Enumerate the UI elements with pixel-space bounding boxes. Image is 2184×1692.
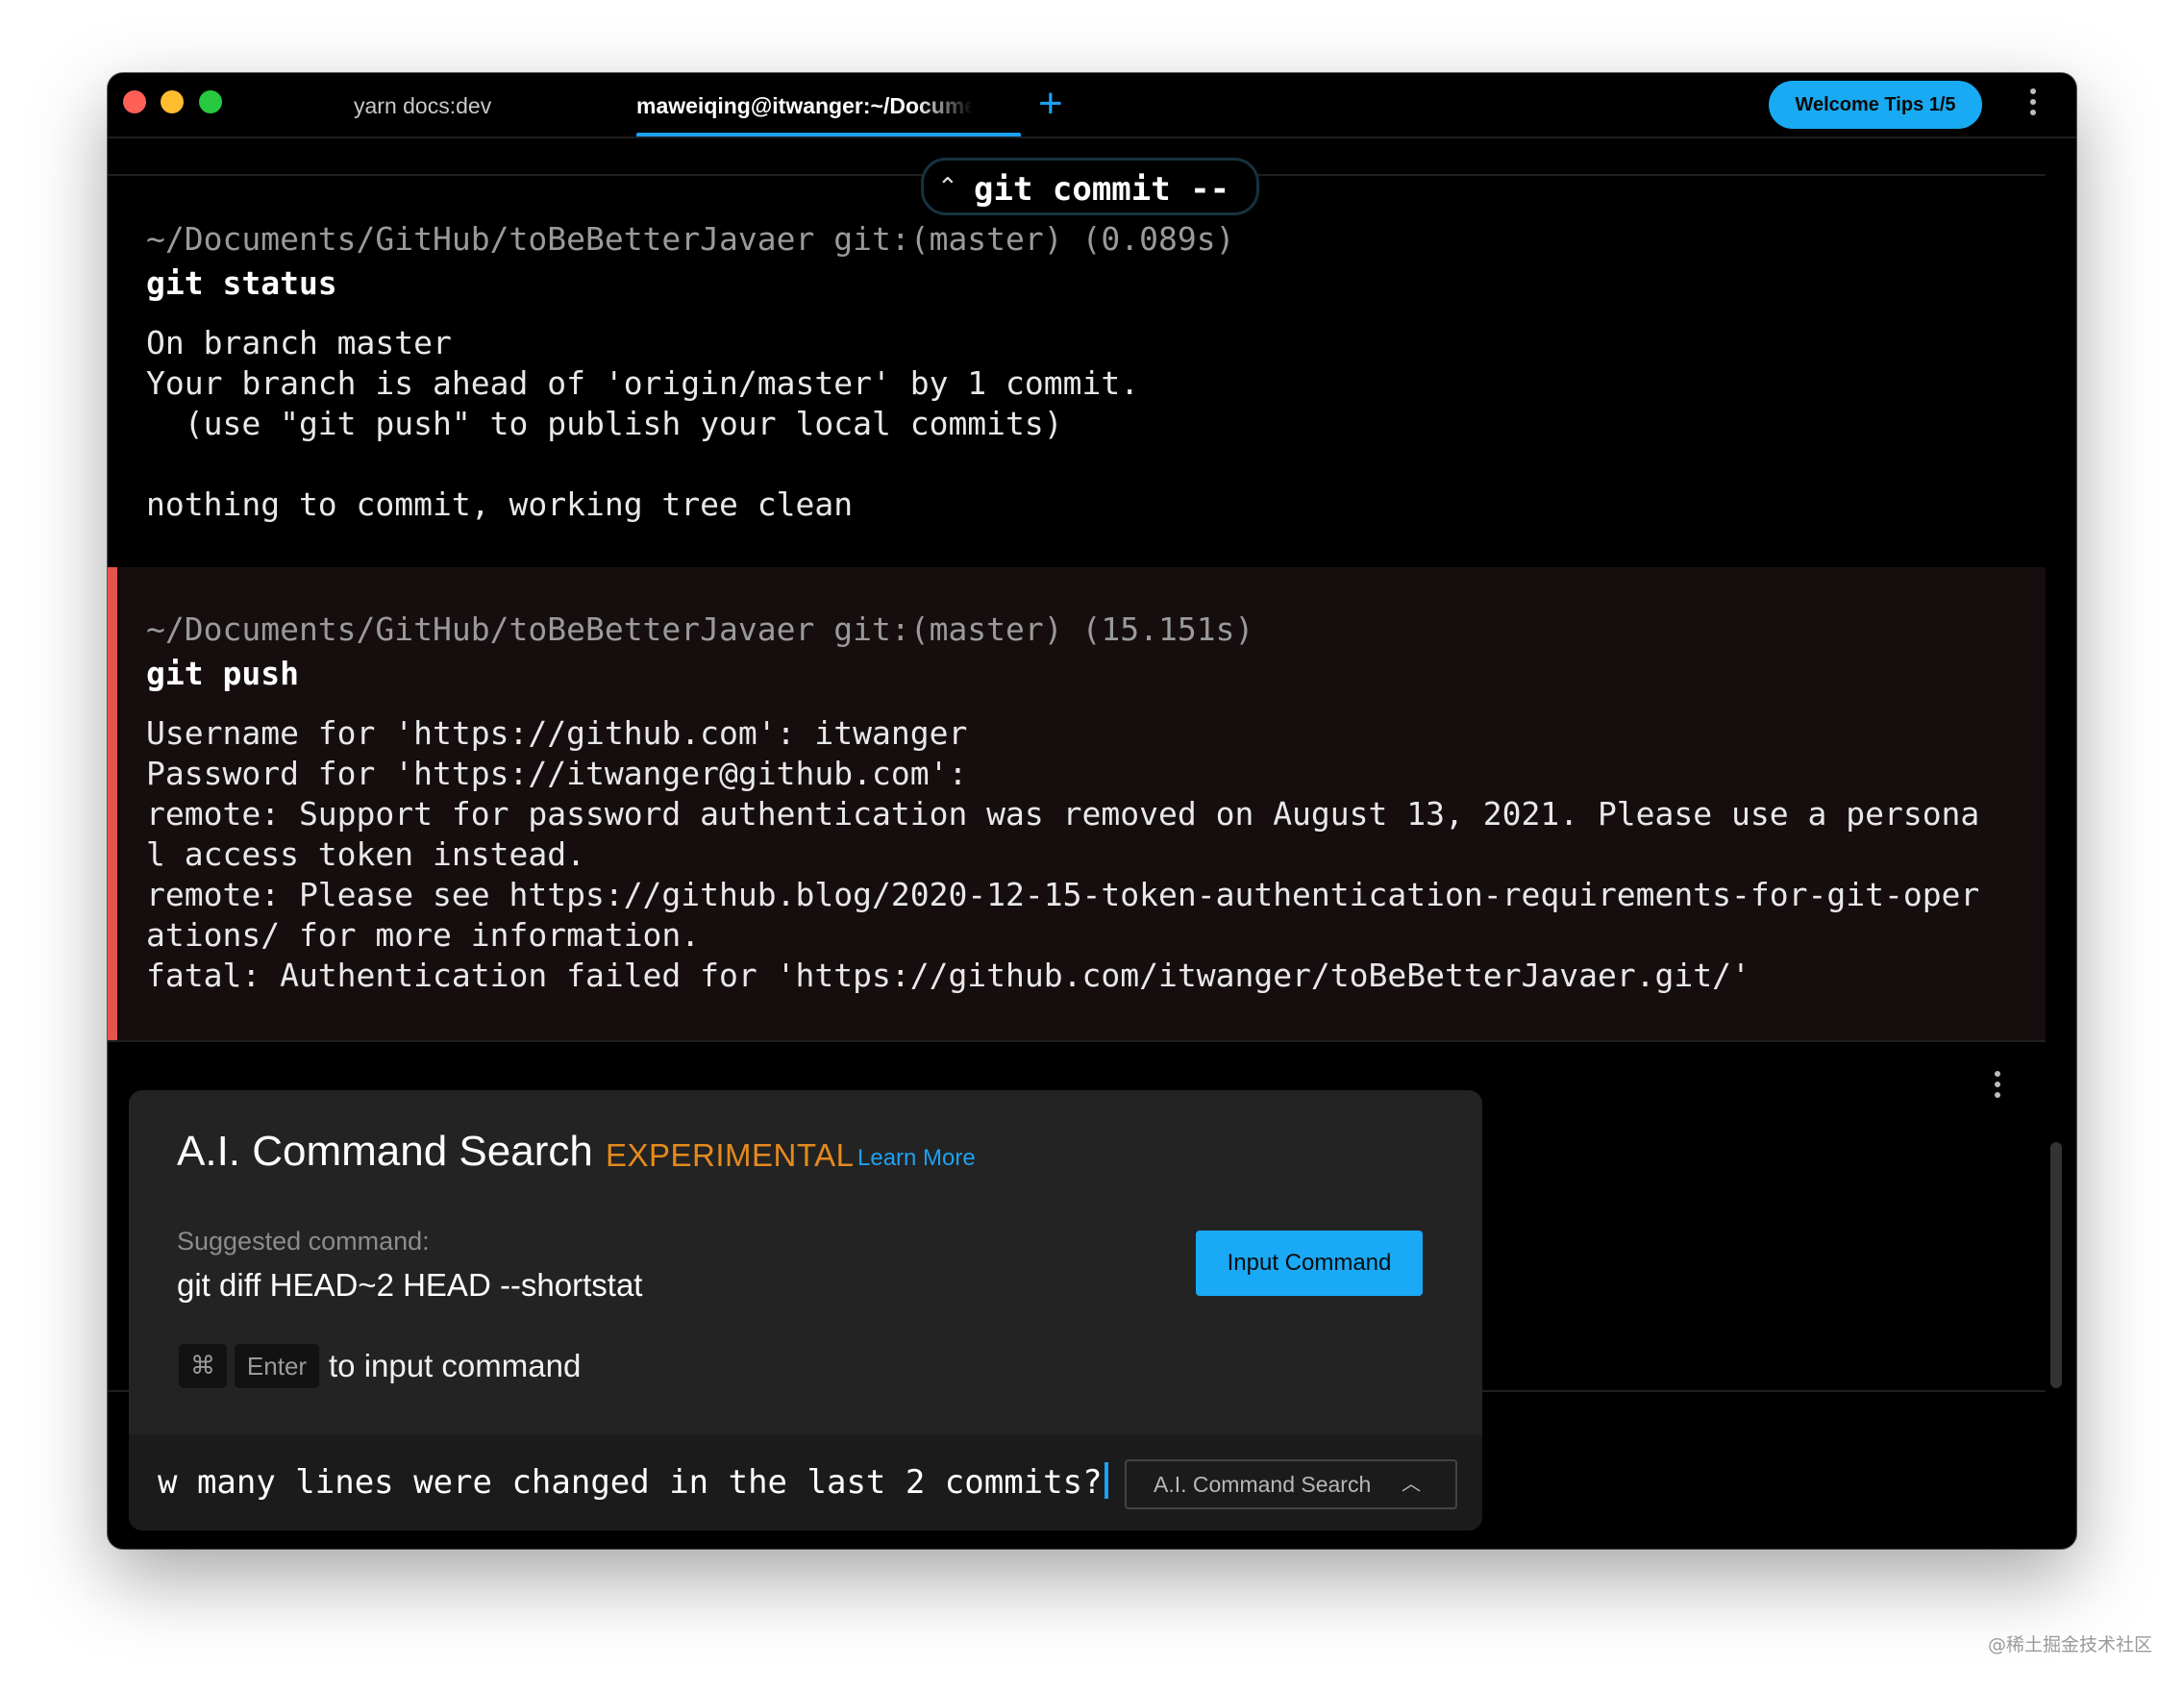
ai-command-search-panel: A.I. Command Search EXPERIMENTAL Learn M…: [129, 1090, 1482, 1530]
output-line: Your branch is ahead of 'origin/master' …: [146, 364, 1140, 402]
search-mode-label: A.I. Command Search: [1154, 1472, 1372, 1497]
title-bar: yarn docs:dev maweiqing@itwanger:~/Docum…: [108, 73, 2076, 138]
output-line: Username for 'https://github.com': itwan…: [146, 714, 968, 752]
block-command[interactable]: git status: [146, 263, 337, 304]
ai-query-input[interactable]: w many lines were changed in the last 2 …: [158, 1461, 1108, 1504]
input-command-button[interactable]: Input Command: [1196, 1231, 1423, 1296]
terminal-window: yarn docs:dev maweiqing@itwanger:~/Docum…: [108, 73, 2076, 1549]
welcome-tips-button[interactable]: Welcome Tips 1/5: [1769, 81, 1982, 129]
new-tab-plus-icon[interactable]: +: [1038, 83, 1063, 125]
enter-key-badge: Enter: [235, 1344, 319, 1388]
command-key-icon: ⌘: [179, 1344, 227, 1388]
more-menu-icon[interactable]: [2029, 88, 2037, 120]
output-line: Password for 'https://itwanger@github.co…: [146, 755, 968, 792]
block-prompt: ~/Documents/GitHub/toBeBetterJavaer git:…: [146, 220, 1235, 258]
ai-panel-title: A.I. Command Search: [177, 1128, 593, 1175]
title-bar-divider: [108, 137, 2076, 138]
text-caret: [1104, 1462, 1108, 1499]
output-line: On branch master: [146, 324, 452, 361]
suggested-command-label: Suggested command:: [177, 1227, 430, 1256]
output-line: ations/ for more information.: [146, 916, 701, 954]
error-indicator-bar: [108, 567, 117, 1040]
search-mode-dropdown[interactable]: A.I. Command Search ︿: [1125, 1459, 1457, 1509]
block-divider: [108, 1040, 2046, 1042]
tab-active-shell[interactable]: maweiqing@itwanger:~/Documents/GitHub/to…: [636, 73, 973, 138]
block-prompt: ~/Documents/GitHub/toBeBetterJavaer git:…: [146, 610, 1254, 648]
block-menu-icon[interactable]: [1994, 1071, 2001, 1103]
ai-query-row: w many lines were changed in the last 2 …: [129, 1434, 1482, 1530]
sticky-command-text: git commit --: [974, 170, 1230, 209]
ai-query-text: w many lines were changed in the last 2 …: [158, 1463, 1103, 1502]
suggested-command: git diff HEAD~2 HEAD --shortstat: [177, 1267, 643, 1303]
output-line: (use "git push" to publish your local co…: [146, 405, 1063, 442]
output-line: nothing to commit, working tree clean: [146, 485, 854, 523]
double-chevron-up-icon: ⌃: [937, 173, 958, 202]
output-line: remote: Support for password authenticat…: [146, 795, 1980, 833]
experimental-badge: EXPERIMENTAL: [606, 1137, 855, 1173]
chevron-up-icon: ︿: [1402, 1474, 1421, 1495]
output-line: remote: Please see https://github.blog/2…: [146, 876, 1980, 913]
zoom-window-button[interactable]: [199, 90, 222, 113]
output-line: fatal: Authentication failed for 'https:…: [146, 957, 1750, 994]
scrollbar-thumb[interactable]: [2050, 1142, 2062, 1388]
shortcut-hint: to input command: [329, 1348, 582, 1383]
learn-more-link[interactable]: Learn More: [857, 1144, 976, 1173]
tab-yarn-docs-dev[interactable]: yarn docs:dev: [354, 73, 575, 138]
close-window-button[interactable]: [123, 90, 146, 113]
block-command[interactable]: git push: [146, 654, 299, 694]
sticky-command-header[interactable]: ⌃ git commit --: [921, 158, 1259, 215]
output-line: l access token instead.: [146, 835, 585, 873]
watermark: @稀土掘金技术社区: [1988, 1634, 2153, 1655]
minimize-window-button[interactable]: [161, 90, 184, 113]
